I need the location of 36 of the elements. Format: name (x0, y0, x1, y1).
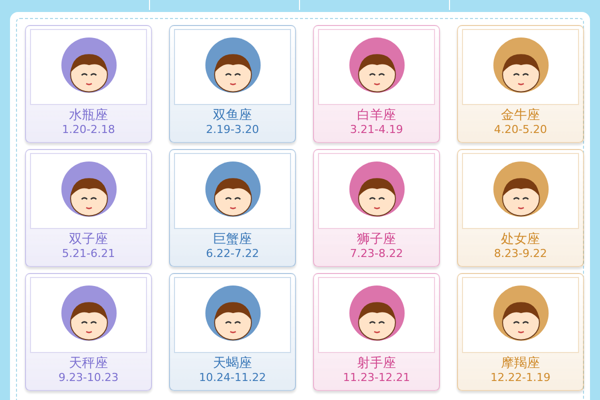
zodiac-card[interactable]: 狮子座 7.23-8.22 (313, 149, 440, 267)
zodiac-card[interactable]: 射手座 11.23-12.21 (313, 273, 440, 391)
sign-name: 双鱼座 (213, 108, 252, 123)
sign-dates: 1.20-2.18 (62, 123, 115, 137)
zodiac-card[interactable]: 双鱼座 2.19-3.20 (169, 25, 296, 143)
sign-name: 射手座 (357, 356, 396, 371)
sign-dates: 3.21-4.19 (350, 123, 403, 137)
sign-dates: 12.22-1.19 (490, 371, 550, 385)
sign-name: 水瓶座 (69, 108, 108, 123)
sign-dates: 11.23-12.21 (343, 371, 410, 385)
zodiac-card[interactable]: 天蝎座 10.24-11.22 (169, 273, 296, 391)
zodiac-card[interactable]: 天秤座 9.23-10.23 (25, 273, 152, 391)
sign-dates: 2.19-3.20 (206, 123, 259, 137)
zodiac-card[interactable]: 白羊座 3.21-4.19 (313, 25, 440, 143)
sign-name: 处女座 (501, 232, 540, 247)
zodiac-card[interactable]: 摩羯座 12.22-1.19 (457, 273, 584, 391)
zodiac-card[interactable]: 金牛座 4.20-5.20 (457, 25, 584, 143)
sign-name: 双子座 (69, 232, 108, 247)
sign-dates: 8.23-9.22 (494, 247, 547, 261)
sign-name: 金牛座 (501, 108, 540, 123)
sign-dates: 9.23-10.23 (58, 371, 118, 385)
sign-name: 天秤座 (69, 356, 108, 371)
sign-dates: 4.20-5.20 (494, 123, 547, 137)
sign-name: 巨蟹座 (213, 232, 252, 247)
sign-name: 狮子座 (357, 232, 396, 247)
sign-dates: 5.21-6.21 (62, 247, 115, 261)
sign-dates: 7.23-8.22 (350, 247, 403, 261)
zodiac-card[interactable]: 水瓶座 1.20-2.18 (25, 25, 152, 143)
sign-dates: 6.22-7.22 (206, 247, 259, 261)
sign-name: 摩羯座 (501, 356, 540, 371)
zodiac-card[interactable]: 巨蟹座 6.22-7.22 (169, 149, 296, 267)
sign-name: 白羊座 (357, 108, 396, 123)
zodiac-card[interactable]: 处女座 8.23-9.22 (457, 149, 584, 267)
sign-name: 天蝎座 (213, 356, 252, 371)
sign-dates: 10.24-11.22 (199, 371, 266, 385)
zodiac-card[interactable]: 双子座 5.21-6.21 (25, 149, 152, 267)
